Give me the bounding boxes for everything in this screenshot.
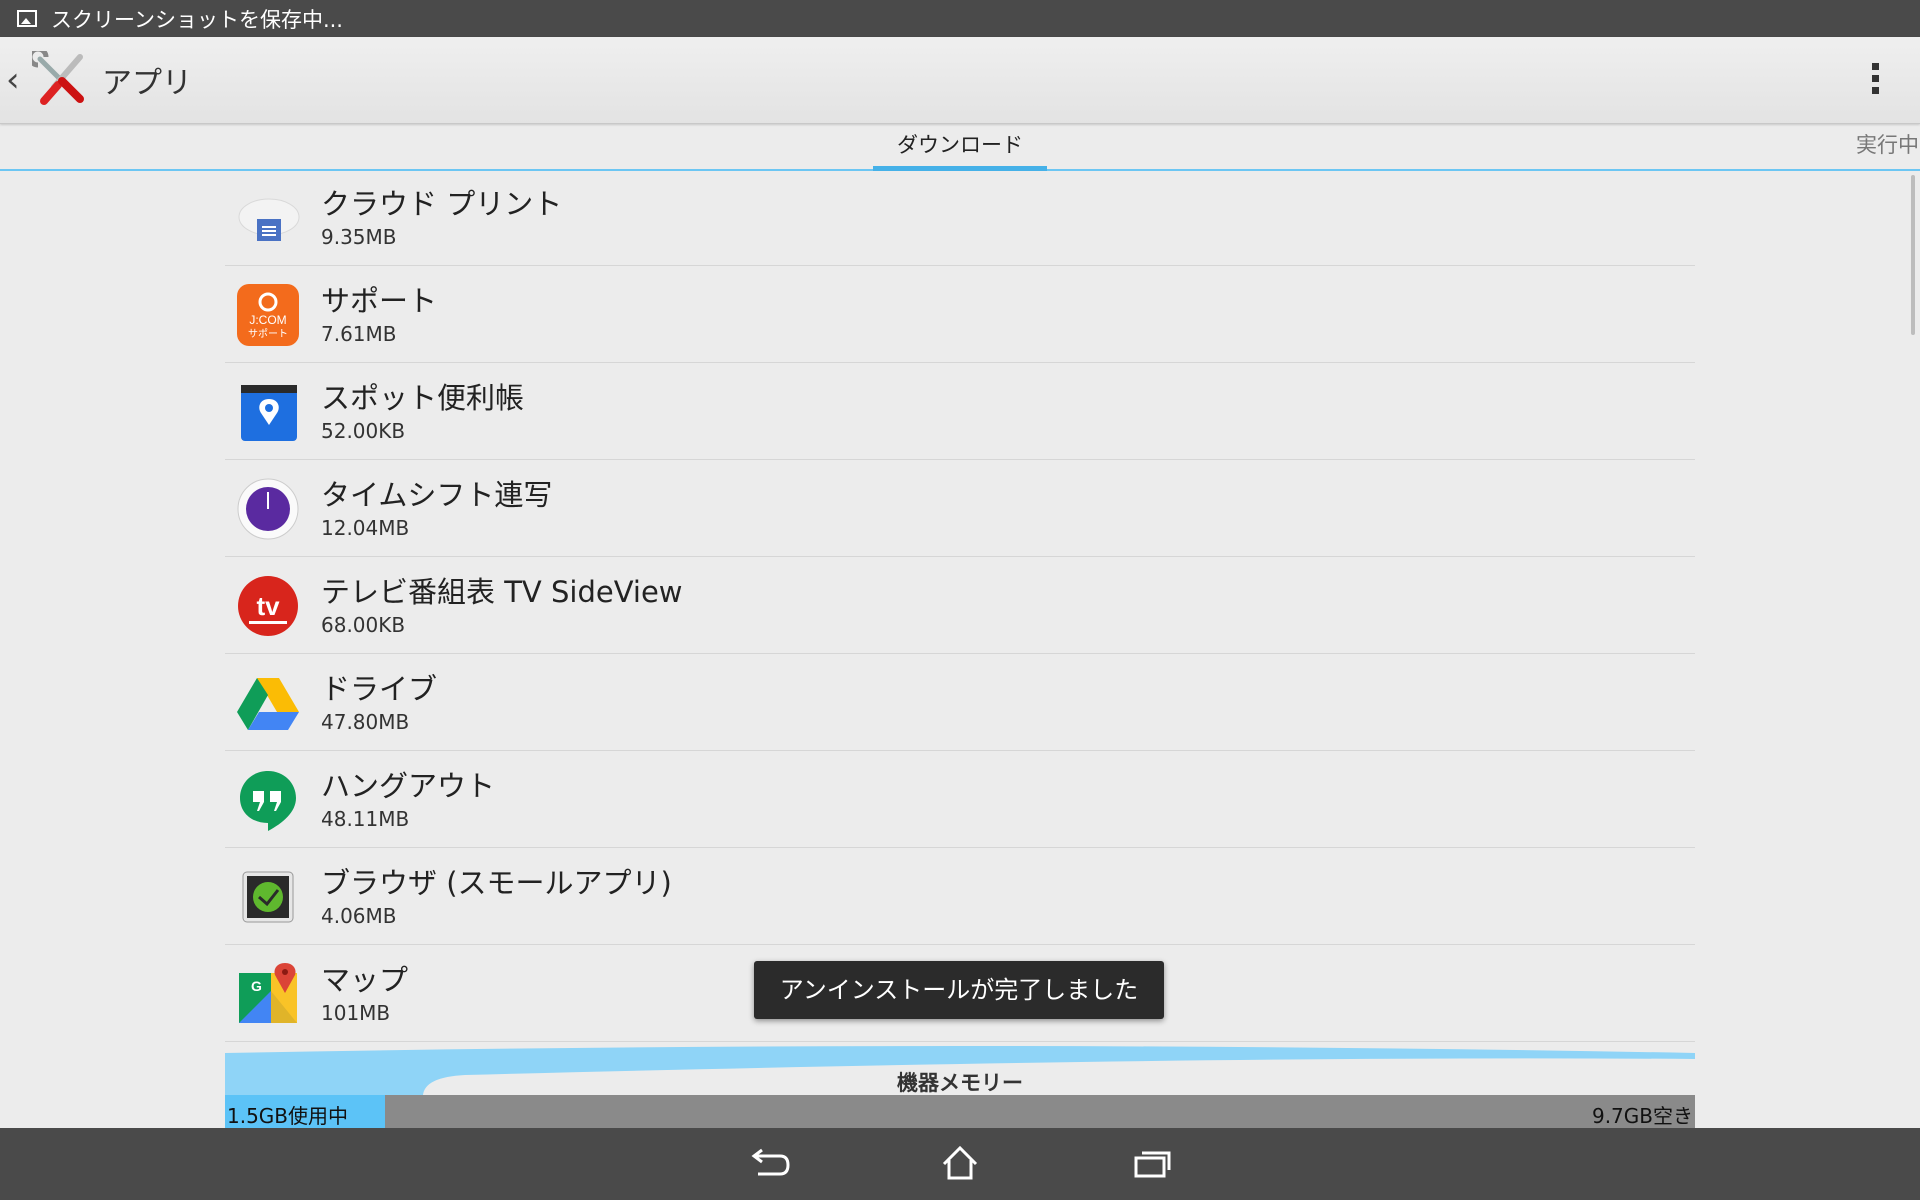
app-name: ドライブ xyxy=(321,672,438,706)
app-size: 68.00KB xyxy=(321,613,406,637)
icon-text-g: G xyxy=(251,978,262,994)
icon-text-jcom: J:COM xyxy=(249,313,286,327)
list-item-timeshift[interactable]: タイムシフト連写 12.04MB xyxy=(225,460,1695,557)
app-name: マップ xyxy=(321,963,409,997)
scrollbar[interactable] xyxy=(1911,175,1915,335)
list-item-drive[interactable]: ドライブ 47.80MB xyxy=(225,654,1695,751)
app-size: 52.00KB xyxy=(321,419,406,443)
app-list: クラウド プリント 9.35MB J:COM サポート サポート 7.61MB … xyxy=(225,169,1695,1042)
back-nav-icon[interactable] xyxy=(738,1140,798,1188)
app-name: ハングアウト xyxy=(321,769,496,803)
home-nav-icon[interactable] xyxy=(930,1140,990,1188)
status-notification-text: スクリーンショットを保存中... xyxy=(51,7,343,32)
navigation-bar xyxy=(0,1128,1920,1200)
timeshift-icon xyxy=(237,478,299,540)
app-name: サポート xyxy=(321,284,438,318)
spot-notebook-icon xyxy=(241,385,297,441)
cloud-print-icon xyxy=(238,198,300,241)
status-bar: スクリーンショットを保存中... xyxy=(0,0,1920,37)
tab-running[interactable]: 実行中 xyxy=(1856,124,1919,169)
app-size: 4.06MB xyxy=(321,904,397,928)
app-size: 48.11MB xyxy=(321,807,410,831)
icon-text-support: サポート xyxy=(248,328,288,340)
app-name: スポット便利帳 xyxy=(321,381,525,415)
list-item-tv-sideview[interactable]: tv テレビ番組表 TV SideView 68.00KB xyxy=(225,557,1695,654)
drive-icon xyxy=(237,678,299,730)
list-item-browser-small-app[interactable]: ブラウザ (スモールアプリ) 4.06MB xyxy=(225,848,1695,945)
browser-small-app-icon xyxy=(242,871,294,923)
recent-apps-nav-icon[interactable] xyxy=(1122,1140,1182,1188)
list-item-cloud-print[interactable]: クラウド プリント 9.35MB xyxy=(225,169,1695,266)
maps-icon: G xyxy=(239,963,297,1023)
list-item-hangouts[interactable]: ハングアウト 48.11MB xyxy=(225,751,1695,848)
storage-bar: 1.5GB使用中 9.7GB空き xyxy=(225,1095,1695,1128)
app-size: 47.80MB xyxy=(321,710,410,734)
tab-downloaded[interactable]: ダウンロード xyxy=(873,124,1047,171)
app-name: ブラウザ (スモールアプリ) xyxy=(321,866,672,900)
app-size: 7.61MB xyxy=(321,322,397,346)
image-notification-icon xyxy=(17,10,37,27)
action-bar: ‹ アプリ xyxy=(0,37,1920,124)
app-size: 9.35MB xyxy=(321,225,397,249)
list-item-support[interactable]: J:COM サポート サポート 7.61MB xyxy=(225,266,1695,363)
list-item-spot-notebook[interactable]: スポット便利帳 52.00KB xyxy=(225,363,1695,460)
app-size: 101MB xyxy=(321,1001,391,1025)
storage-used-text: 1.5GB使用中 xyxy=(227,1104,349,1128)
tv-sideview-icon: tv xyxy=(238,576,298,636)
overflow-menu-icon[interactable] xyxy=(1872,63,1880,99)
app-name: タイムシフト連写 xyxy=(321,478,553,512)
app-size: 12.04MB xyxy=(321,516,410,540)
storage-panel: 機器メモリー 1.5GB使用中 9.7GB空き xyxy=(225,1045,1695,1128)
toast-message: アンインストールが完了しました xyxy=(754,961,1164,1019)
icon-text-tv: tv xyxy=(256,591,280,621)
page-title: アプリ xyxy=(102,66,192,101)
tab-strip: ダウンロード 実行中 xyxy=(0,124,1920,171)
app-name: クラウド プリント xyxy=(321,187,563,221)
hangouts-icon xyxy=(240,771,296,831)
storage-label: 機器メモリー xyxy=(897,1071,1023,1095)
back-chevron-icon[interactable]: ‹ xyxy=(6,60,26,100)
storage-free-text: 9.7GB空き xyxy=(1591,1104,1693,1128)
app-name: テレビ番組表 TV SideView xyxy=(321,575,683,609)
settings-tools-icon[interactable] xyxy=(32,51,90,109)
jcom-support-icon: J:COM サポート xyxy=(237,284,299,346)
